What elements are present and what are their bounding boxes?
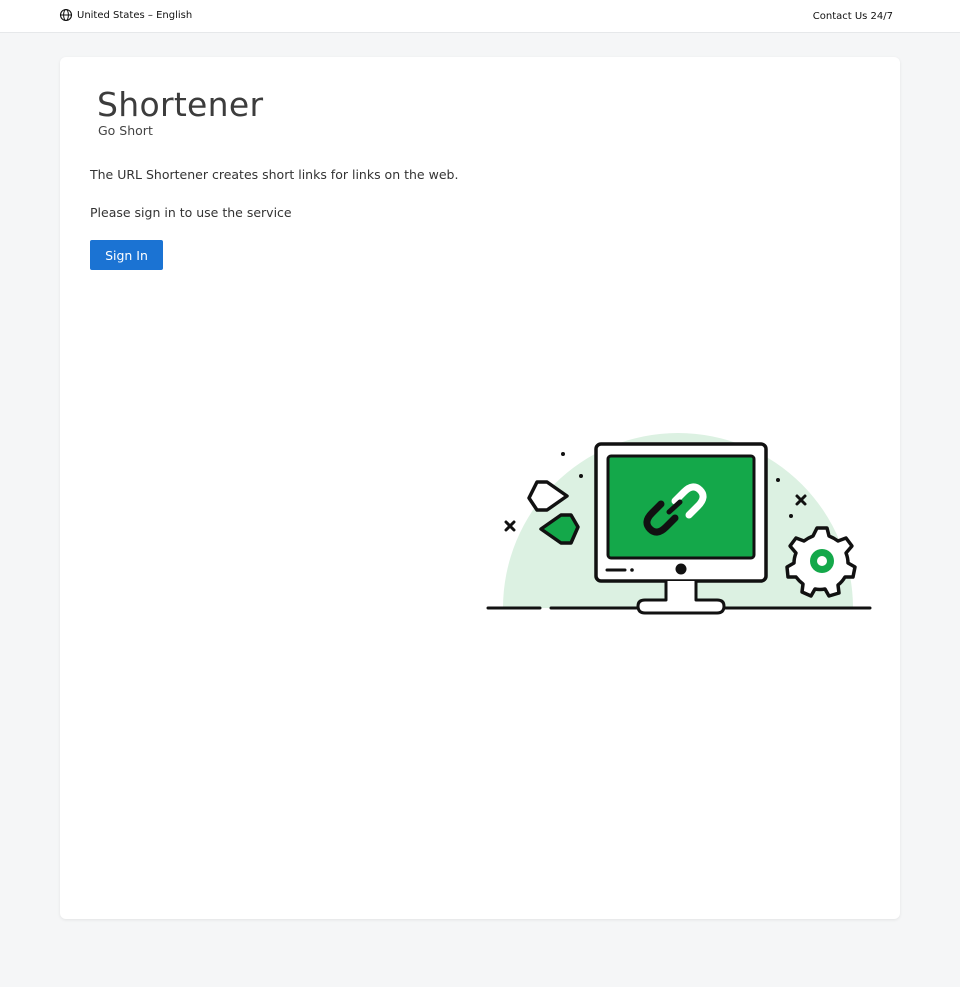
page-subtitle: Go Short <box>98 123 153 138</box>
signin-prompt: Please sign in to use the service <box>90 205 292 220</box>
globe-icon <box>59 8 73 22</box>
locale-selector[interactable]: United States – English <box>59 8 192 22</box>
link-computer-illustration <box>486 433 872 615</box>
page-title: Shortener <box>97 85 264 124</box>
contact-link[interactable]: Contact Us 24/7 <box>813 11 893 22</box>
locale-label: United States – English <box>77 9 193 21</box>
top-bar: United States – English Contact Us 24/7 <box>0 0 960 33</box>
sign-in-button[interactable]: Sign In <box>90 240 163 270</box>
service-description: The URL Shortener creates short links fo… <box>90 167 459 182</box>
